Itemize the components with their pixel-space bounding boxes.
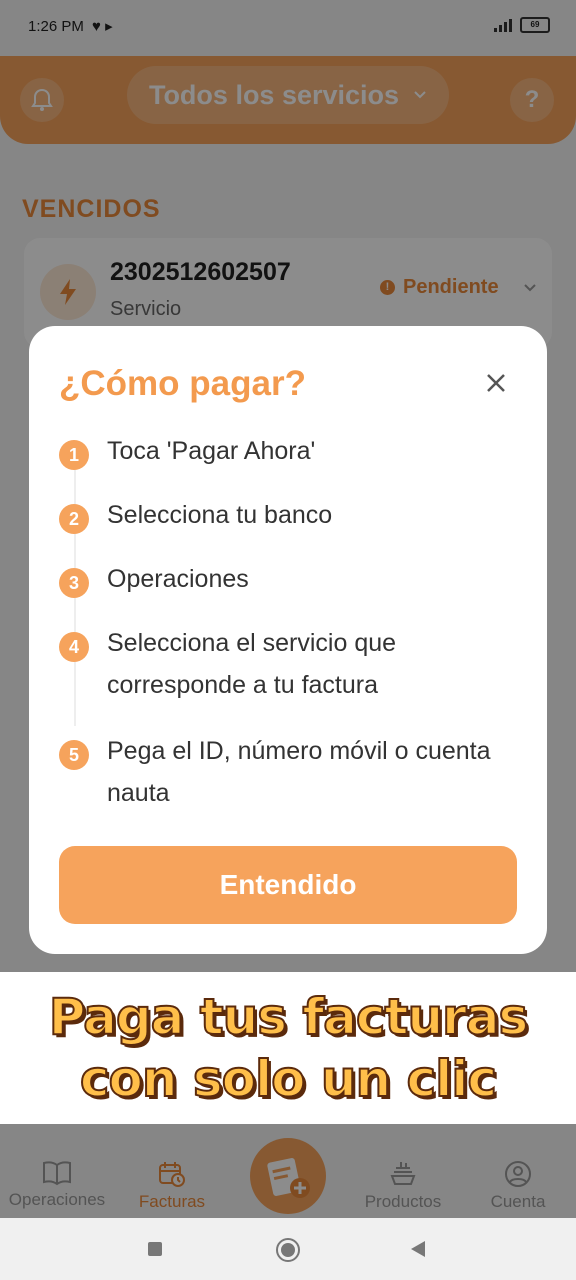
promo-line-1: Paga tus facturas	[48, 987, 529, 1047]
close-icon[interactable]	[479, 366, 513, 400]
back-button[interactable]	[410, 1240, 426, 1258]
step-text: Selecciona tu banco	[107, 501, 333, 529]
understood-button[interactable]: Entendido	[59, 846, 517, 924]
step-text: Toca 'Pagar Ahora'	[107, 437, 316, 465]
step-number: 4	[59, 632, 89, 662]
step-item: 3 Operaciones	[59, 564, 529, 600]
system-nav-bar	[0, 1218, 576, 1280]
step-text: Operaciones	[107, 565, 249, 593]
step-text: Selecciona el servicio que corresponde a…	[107, 629, 397, 699]
step-number: 5	[59, 740, 89, 770]
step-number: 3	[59, 568, 89, 598]
step-item: 4 Selecciona el servicio que corresponde…	[59, 628, 529, 706]
dialog-title: ¿Cómo pagar?	[59, 364, 306, 403]
step-item: 5 Pega el ID, número móvil o cuenta naut…	[59, 736, 529, 814]
promo-banner: Paga tus facturas con solo un clic	[0, 972, 576, 1124]
step-text: Pega el ID, número móvil o cuenta nauta	[107, 737, 491, 807]
home-icon	[281, 1243, 295, 1257]
step-item: 1 Toca 'Pagar Ahora'	[59, 436, 529, 472]
how-to-pay-dialog: ¿Cómo pagar? 1 Toca 'Pagar Ahora' 2 Sele…	[29, 326, 547, 954]
promo-line-2: con solo un clic	[79, 1049, 498, 1109]
step-item: 2 Selecciona tu banco	[59, 500, 529, 536]
home-button[interactable]	[276, 1238, 300, 1262]
step-number: 2	[59, 504, 89, 534]
recents-button[interactable]	[148, 1242, 162, 1256]
step-number: 1	[59, 440, 89, 470]
